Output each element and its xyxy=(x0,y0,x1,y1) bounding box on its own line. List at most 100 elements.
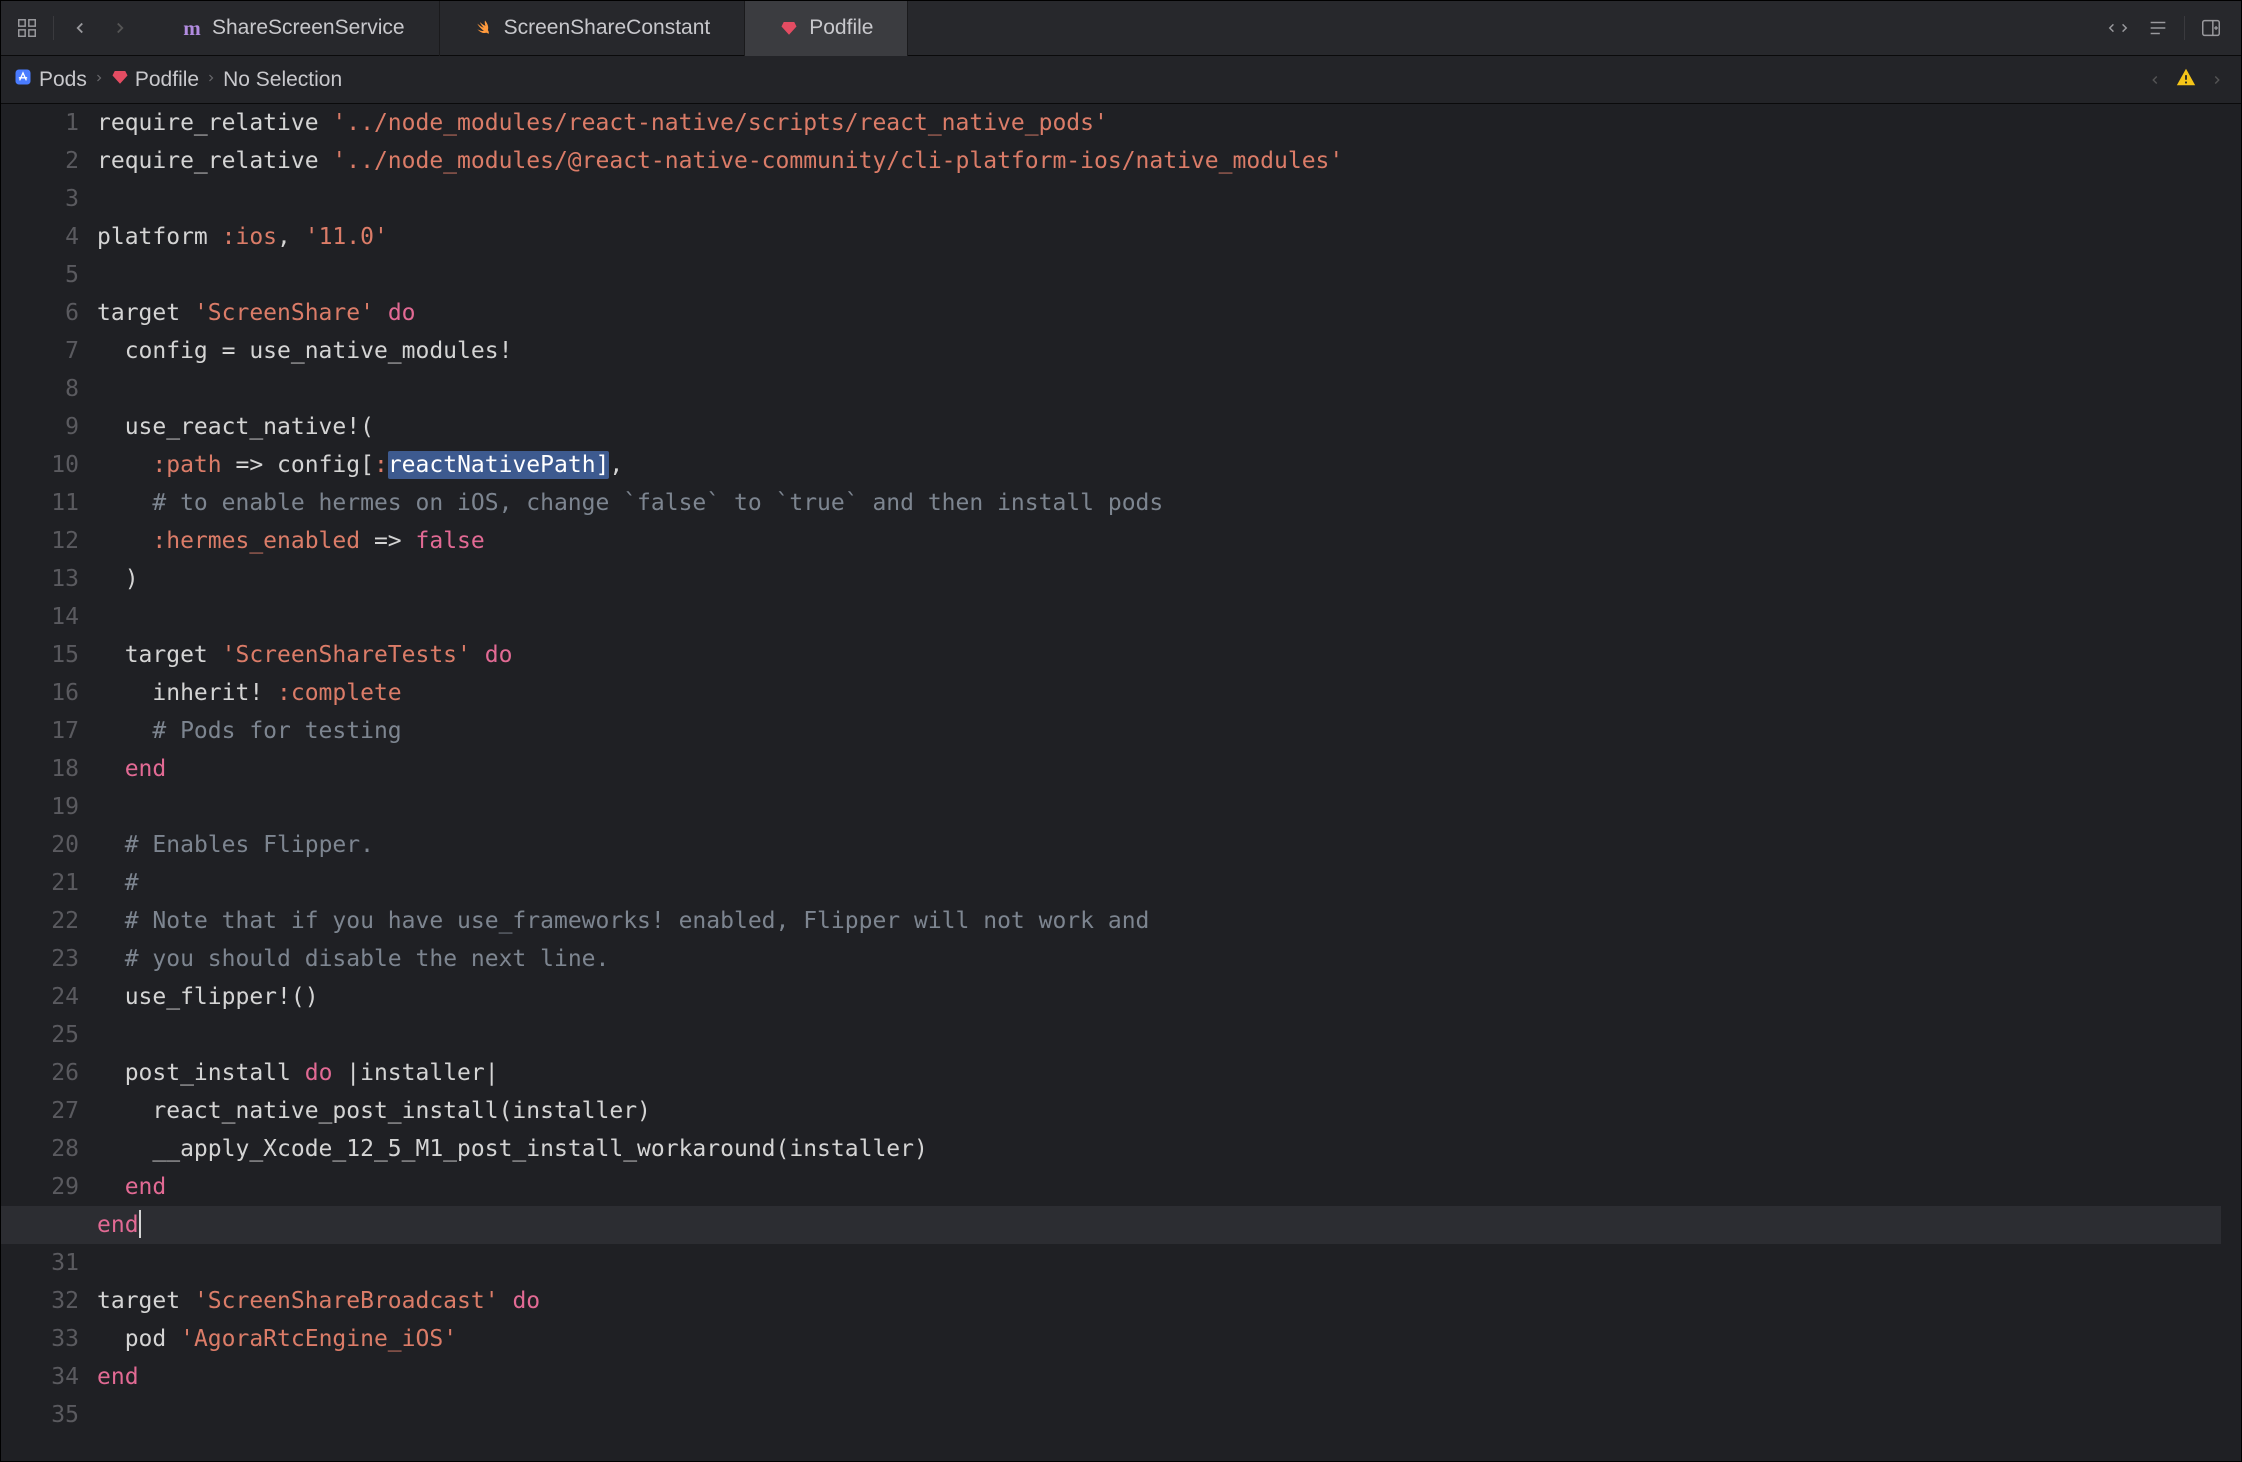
breadcrumb-podfile[interactable]: Podfile xyxy=(111,68,199,92)
line-number: 11 xyxy=(1,484,79,522)
code-line[interactable]: :path => config[:reactNativePath], xyxy=(97,446,2221,484)
line-number: 14 xyxy=(1,598,79,636)
tab-sharescreenservice[interactable]: m ShareScreenService xyxy=(148,1,440,56)
jump-bar-right xyxy=(2143,66,2229,94)
code-line[interactable]: inherit! :complete xyxy=(97,674,2221,712)
line-number: 22 xyxy=(1,902,79,940)
tab-screenshareconstant[interactable]: ScreenShareConstant xyxy=(440,1,746,56)
related-items-button[interactable] xyxy=(9,10,45,46)
code-line[interactable] xyxy=(97,1016,2221,1054)
swift-icon xyxy=(474,18,494,38)
code-review-button[interactable] xyxy=(2100,10,2136,46)
add-editor-button[interactable] xyxy=(2193,10,2229,46)
code-line[interactable]: use_react_native!( xyxy=(97,408,2221,446)
code-content[interactable]: require_relative '../node_modules/react-… xyxy=(97,104,2241,1461)
line-number: 6 xyxy=(1,294,79,332)
line-number: 27 xyxy=(1,1092,79,1130)
code-line[interactable] xyxy=(97,788,2221,826)
code-line[interactable]: require_relative '../node_modules/@react… xyxy=(97,142,2221,180)
code-line[interactable]: # to enable hermes on iOS, change `false… xyxy=(97,484,2221,522)
line-number: 35 xyxy=(1,1396,79,1434)
line-number: 19 xyxy=(1,788,79,826)
code-line[interactable] xyxy=(97,180,2221,218)
toolbar-right xyxy=(2100,10,2233,46)
code-line[interactable]: require_relative '../node_modules/react-… xyxy=(97,104,2221,142)
line-number: 28 xyxy=(1,1130,79,1168)
code-line[interactable]: # Enables Flipper. xyxy=(97,826,2221,864)
code-line[interactable] xyxy=(97,256,2221,294)
line-number: 17 xyxy=(1,712,79,750)
jump-bar: Pods Podfile No Selection xyxy=(1,56,2241,104)
code-line[interactable]: use_flipper!() xyxy=(97,978,2221,1016)
editor-tabs: m ShareScreenService ScreenShareConstant… xyxy=(148,1,908,56)
line-number: 33 xyxy=(1,1320,79,1358)
code-line[interactable]: end xyxy=(1,1206,2221,1244)
code-line[interactable]: # Pods for testing xyxy=(97,712,2221,750)
line-number: 21 xyxy=(1,864,79,902)
breadcrumb-no-selection[interactable]: No Selection xyxy=(223,68,342,92)
code-line[interactable]: target 'ScreenShare' do xyxy=(97,294,2221,332)
line-number: 2 xyxy=(1,142,79,180)
line-number: 23 xyxy=(1,940,79,978)
code-line[interactable]: ) xyxy=(97,560,2221,598)
code-editor[interactable]: 1234567891011121314151617181920212223242… xyxy=(1,104,2241,1461)
code-line[interactable]: platform :ios, '11.0' xyxy=(97,218,2221,256)
line-number: 8 xyxy=(1,370,79,408)
ruby-icon xyxy=(779,18,799,38)
line-number: 3 xyxy=(1,180,79,218)
adjust-editor-button[interactable] xyxy=(2140,10,2176,46)
line-number: 26 xyxy=(1,1054,79,1092)
nav-forward-button[interactable] xyxy=(102,10,138,46)
tab-label: Podfile xyxy=(809,16,873,40)
nav-back-button[interactable] xyxy=(62,10,98,46)
line-number: 32 xyxy=(1,1282,79,1320)
toolbar-divider xyxy=(2184,16,2185,40)
code-line[interactable] xyxy=(97,598,2221,636)
line-number: 13 xyxy=(1,560,79,598)
line-number: 15 xyxy=(1,636,79,674)
code-line[interactable]: end xyxy=(97,1168,2221,1206)
code-line[interactable]: end xyxy=(97,750,2221,788)
breadcrumb-pods[interactable]: Pods xyxy=(13,67,87,93)
code-line[interactable]: # xyxy=(97,864,2221,902)
toolbar-divider xyxy=(53,16,54,40)
code-line[interactable]: # you should disable the next line. xyxy=(97,940,2221,978)
line-number: 29 xyxy=(1,1168,79,1206)
line-number: 4 xyxy=(1,218,79,256)
code-line[interactable]: :hermes_enabled => false xyxy=(97,522,2221,560)
line-number: 7 xyxy=(1,332,79,370)
chevron-right-icon xyxy=(205,67,217,93)
code-line[interactable]: __apply_Xcode_12_5_M1_post_install_worka… xyxy=(97,1130,2221,1168)
code-line[interactable]: end xyxy=(97,1358,2221,1396)
line-number: 18 xyxy=(1,750,79,788)
code-line[interactable] xyxy=(97,1244,2221,1282)
line-number: 16 xyxy=(1,674,79,712)
code-line[interactable]: post_install do |installer| xyxy=(97,1054,2221,1092)
text-cursor xyxy=(139,1210,141,1238)
issue-prev-button[interactable] xyxy=(2143,68,2167,92)
tab-podfile[interactable]: Podfile xyxy=(745,1,908,56)
code-line[interactable] xyxy=(97,1396,2221,1434)
code-line[interactable]: config = use_native_modules! xyxy=(97,332,2221,370)
tab-label: ShareScreenService xyxy=(212,16,405,40)
line-number: 12 xyxy=(1,522,79,560)
code-line[interactable]: react_native_post_install(installer) xyxy=(97,1092,2221,1130)
warning-icon[interactable] xyxy=(2175,66,2197,94)
breadcrumb-label: Pods xyxy=(39,68,87,92)
code-line[interactable]: # Note that if you have use_frameworks! … xyxy=(97,902,2221,940)
line-number: 24 xyxy=(1,978,79,1016)
line-number-gutter: 1234567891011121314151617181920212223242… xyxy=(1,104,97,1461)
code-line[interactable]: target 'ScreenShareTests' do xyxy=(97,636,2221,674)
line-number: 10 xyxy=(1,446,79,484)
code-line[interactable] xyxy=(97,370,2221,408)
line-number: 25 xyxy=(1,1016,79,1054)
appstore-icon xyxy=(13,67,33,93)
editor-toolbar: m ShareScreenService ScreenShareConstant… xyxy=(1,1,2241,56)
issue-next-button[interactable] xyxy=(2205,68,2229,92)
tab-label: ScreenShareConstant xyxy=(504,16,711,40)
line-number: 20 xyxy=(1,826,79,864)
line-number: 1 xyxy=(1,104,79,142)
code-line[interactable]: target 'ScreenShareBroadcast' do xyxy=(97,1282,2221,1320)
breadcrumb-label: No Selection xyxy=(223,68,342,92)
code-line[interactable]: pod 'AgoraRtcEngine_iOS' xyxy=(97,1320,2221,1358)
